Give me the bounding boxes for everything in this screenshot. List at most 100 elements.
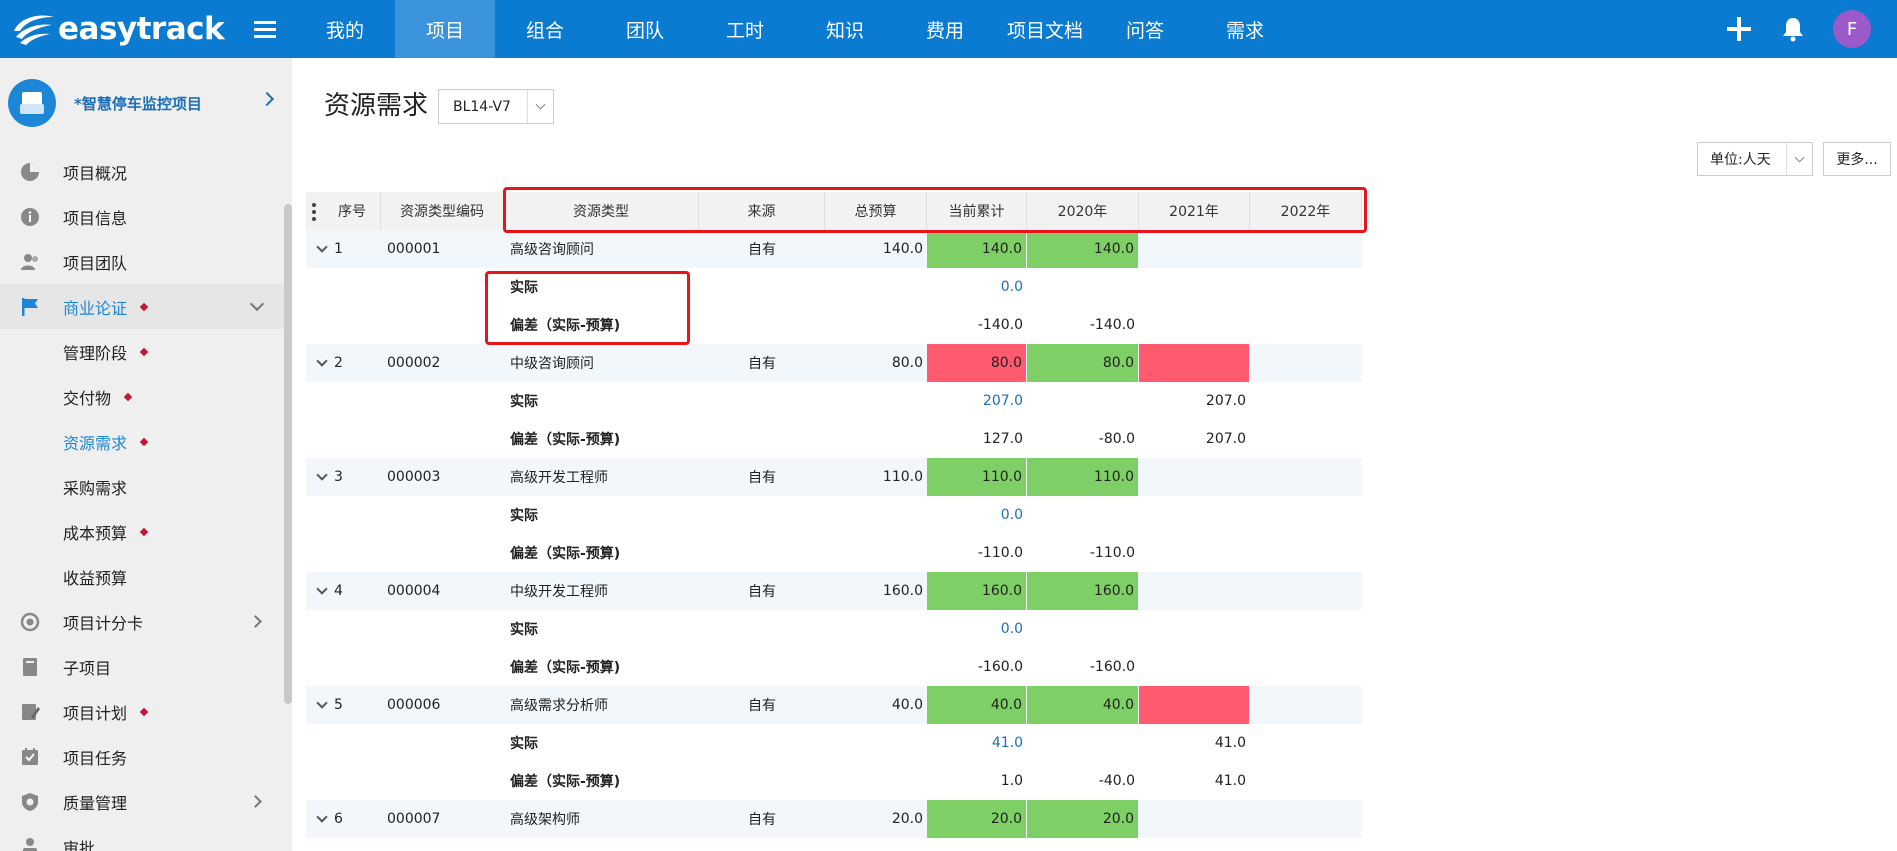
- nav-item[interactable]: 费用: [895, 0, 995, 58]
- column-header[interactable]: 序号: [306, 192, 381, 230]
- sidebar-item[interactable]: 成本预算: [0, 509, 284, 554]
- nav-item[interactable]: 我的: [295, 0, 395, 58]
- nav-item[interactable]: 团队: [595, 0, 695, 58]
- column-header[interactable]: 资源类型编码: [381, 192, 504, 230]
- actual-2021-cell: [1139, 268, 1250, 306]
- nav-item[interactable]: 问答: [1095, 0, 1195, 58]
- expand-chevron-icon[interactable]: [316, 240, 328, 253]
- sidebar-item-label: 项目计划: [63, 703, 128, 723]
- table-row-actual: 实际 0.0: [306, 496, 1362, 534]
- table-row-variance: 偏差（实际-预算) 127.0 -80.0 207.0: [306, 420, 1362, 458]
- table-row[interactable]: 1 000001 高级咨询顾问 自有 140.0 140.0 140.0: [306, 230, 1362, 268]
- expand-chevron-icon[interactable]: [316, 810, 328, 823]
- table-row-actual: 实际 0.0: [306, 610, 1362, 648]
- chevron-right-icon[interactable]: [249, 615, 262, 628]
- total-budget-cell: 20.0: [891, 811, 923, 827]
- actual-current-link[interactable]: 207.0: [927, 382, 1027, 420]
- sidebar-item[interactable]: 项目计划: [0, 689, 284, 734]
- menu-toggle-icon[interactable]: [240, 0, 290, 58]
- total-budget-cell: 160.0: [882, 583, 923, 599]
- sidebar-item[interactable]: 资源需求: [0, 419, 284, 464]
- sidebar-item[interactable]: 质量管理: [0, 779, 284, 824]
- plan-icon: [18, 700, 42, 724]
- variance-2021-cell: 207.0: [1205, 431, 1246, 447]
- chevron-down-icon[interactable]: [527, 90, 553, 123]
- actual-2021-cell: [1139, 496, 1250, 534]
- sidebar-item[interactable]: 交付物: [0, 374, 284, 419]
- sidebar-item-label: 项目任务: [63, 748, 128, 768]
- year-2020-cell: 140.0: [1027, 230, 1138, 268]
- pie-chart-icon: [18, 160, 42, 184]
- row-number: 2: [334, 355, 343, 371]
- actual-current-link[interactable]: 0.0: [927, 496, 1027, 534]
- sidebar-item[interactable]: 项目任务: [0, 734, 284, 779]
- year-2022-cell: [1250, 230, 1362, 268]
- sidebar-item[interactable]: 项目信息: [0, 194, 284, 239]
- sidebar-item[interactable]: 子项目: [0, 644, 284, 689]
- nav-item[interactable]: 知识: [795, 0, 895, 58]
- expand-chevron-icon[interactable]: [316, 468, 328, 481]
- table-row[interactable]: 2 000002 中级咨询顾问 自有 80.0 80.0 80.0: [306, 344, 1362, 382]
- resource-type-cell: 高级需求分析师: [510, 698, 608, 714]
- actual-current-link[interactable]: 0.0: [927, 610, 1027, 648]
- table-row[interactable]: 6 000007 高级架构师 自有 20.0 20.0 20.0: [306, 800, 1362, 838]
- user-avatar[interactable]: F: [1833, 10, 1871, 48]
- variance-current-cell: -160.0: [977, 659, 1023, 675]
- variance-2020-cell: -140.0: [1089, 317, 1135, 333]
- variance-current-cell: 127.0: [982, 431, 1023, 447]
- table-row[interactable]: 4 000004 中级开发工程师 自有 160.0 160.0 160.0: [306, 572, 1362, 610]
- expand-chevron-icon[interactable]: [316, 582, 328, 595]
- chevron-right-icon[interactable]: [249, 795, 262, 808]
- row-number: 4: [334, 583, 343, 599]
- top-navigation-bar: easytrack 我的 项目 组合 团队 工时 知识 费用 项目文档 问答 需求 F: [0, 0, 1897, 58]
- sidebar-item[interactable]: 项目概况: [0, 149, 284, 194]
- chevron-down-icon[interactable]: [249, 296, 265, 311]
- sidebar-item[interactable]: 审批: [0, 824, 284, 851]
- version-value: BL14-V7: [453, 98, 511, 115]
- actual-2020-cell: [1027, 268, 1139, 306]
- nav-item[interactable]: 项目: [395, 0, 495, 58]
- sidebar-scrollbar[interactable]: [284, 204, 292, 704]
- sidebar-item[interactable]: 收益预算: [0, 554, 284, 599]
- total-budget-cell: 140.0: [882, 241, 923, 257]
- sidebar-item-label: 成本预算: [63, 523, 128, 543]
- sidebar-item-label: 商业论证: [63, 298, 128, 318]
- row-number: 3: [334, 469, 343, 485]
- year-2021-cell: [1139, 572, 1250, 610]
- actual-current-link[interactable]: 0.0: [927, 268, 1027, 306]
- more-button[interactable]: 更多...: [1823, 142, 1891, 176]
- source-cell: 自有: [748, 698, 776, 714]
- sidebar-item[interactable]: 项目计分卡: [0, 599, 284, 644]
- source-cell: 自有: [748, 584, 776, 600]
- variance-label: 偏差（实际-预算): [510, 546, 621, 562]
- add-icon[interactable]: [1725, 15, 1753, 43]
- nav-item[interactable]: 组合: [495, 0, 595, 58]
- version-select[interactable]: BL14-V7: [438, 89, 554, 124]
- year-2022-cell: [1250, 572, 1362, 610]
- sidebar-item[interactable]: 商业论证: [0, 284, 284, 329]
- nav-item[interactable]: 工时: [695, 0, 795, 58]
- table-row[interactable]: 5 000006 高级需求分析师 自有 40.0 40.0 40.0: [306, 686, 1362, 724]
- sidebar-item[interactable]: 项目团队: [0, 239, 284, 284]
- resource-type-cell: 中级咨询顾问: [510, 356, 594, 372]
- expand-chevron-icon[interactable]: [316, 354, 328, 367]
- resource-code-cell: 000001: [387, 241, 441, 257]
- easytrack-logo[interactable]: easytrack: [0, 0, 240, 58]
- sidebar-item[interactable]: 管理阶段: [0, 329, 284, 374]
- expand-chevron-icon[interactable]: [316, 696, 328, 709]
- unit-select[interactable]: 单位:人天: [1697, 142, 1813, 176]
- nav-item[interactable]: 项目文档: [995, 0, 1095, 58]
- year-2021-cell: [1139, 800, 1250, 838]
- table-row-variance: 偏差（实际-预算) -110.0 -110.0: [306, 534, 1362, 572]
- sidebar-item[interactable]: 采购需求: [0, 464, 284, 509]
- resource-type-cell: 中级开发工程师: [510, 584, 608, 600]
- table-row[interactable]: 3 000003 高级开发工程师 自有 110.0 110.0 110.0: [306, 458, 1362, 496]
- project-header[interactable]: *智慧停车监控项目: [0, 58, 284, 148]
- nav-item[interactable]: 需求: [1195, 0, 1295, 58]
- variance-2021-cell: [1139, 648, 1250, 686]
- chevron-right-icon[interactable]: [259, 91, 275, 107]
- variance-2020-cell: -40.0: [1098, 773, 1135, 789]
- notification-bell-icon[interactable]: [1779, 15, 1807, 43]
- actual-current-link[interactable]: 41.0: [927, 724, 1027, 762]
- chevron-down-icon[interactable]: [1786, 143, 1812, 175]
